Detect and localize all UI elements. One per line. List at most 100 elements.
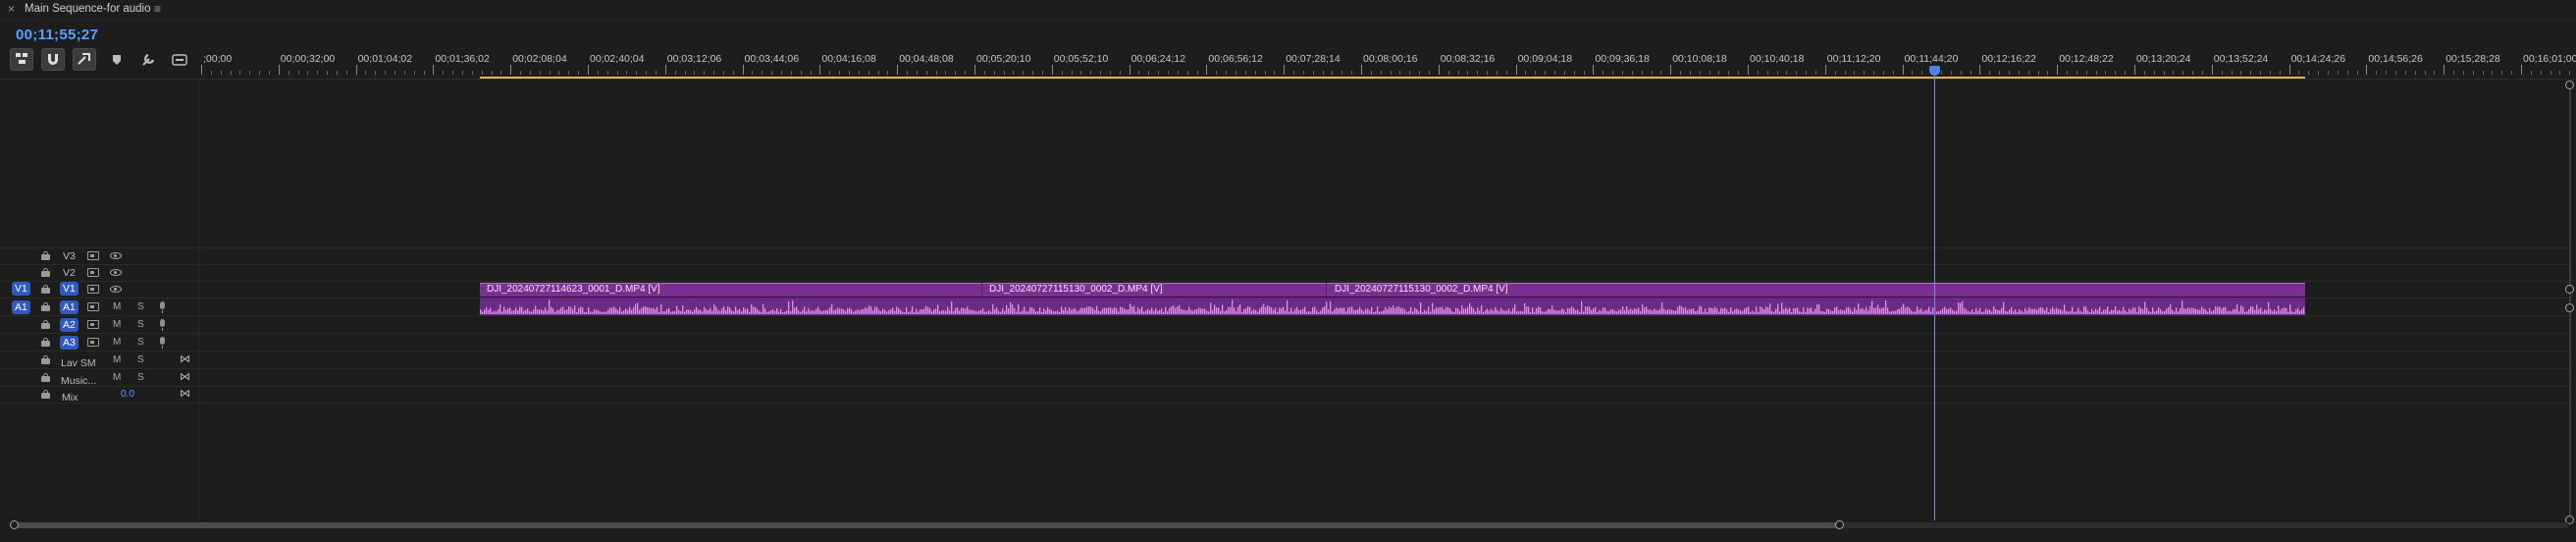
audio-clip-waveform[interactable] [480, 298, 2305, 315]
panel-menu-icon[interactable]: ≡ [154, 2, 161, 16]
track-name-music[interactable]: Music... [61, 375, 96, 387]
ruler-minor-tick [877, 71, 879, 75]
captions-icon[interactable] [171, 51, 188, 69]
ruler-minor-tick [626, 71, 628, 75]
ruler-minor-tick [2231, 71, 2233, 75]
ruler-minor-tick [1419, 71, 1421, 75]
sync-lock-icon[interactable] [87, 285, 99, 294]
ruler-minor-tick [336, 71, 338, 75]
marker-icon[interactable] [108, 51, 126, 69]
solo-button[interactable]: S [137, 354, 144, 365]
playhead-timecode[interactable]: 00;11;55;27 [16, 27, 98, 43]
eye-icon[interactable] [110, 269, 122, 276]
ruler-tick [355, 65, 357, 75]
playhead-handle[interactable] [1929, 66, 1940, 76]
vertical-zoom-handle[interactable] [2565, 303, 2574, 312]
ruler-minor-tick [1428, 71, 1430, 75]
lock-icon[interactable] [41, 285, 50, 294]
ruler-minor-tick [2453, 71, 2455, 75]
sequence-title-tab[interactable]: Main Sequence-for audio [25, 3, 151, 15]
clip-label[interactable]: DJI_20240727114623_0001_D.MP4 [V] [487, 284, 660, 295]
ruler-minor-tick [839, 71, 841, 75]
lock-icon[interactable] [41, 320, 50, 329]
source-patch-a1[interactable]: A1 [12, 300, 30, 314]
mute-button[interactable]: M [113, 337, 121, 348]
row-line [0, 315, 2571, 316]
ruler-tick [897, 65, 899, 75]
mic-icon[interactable] [160, 319, 165, 331]
track-name-a3[interactable]: A3 [60, 336, 79, 350]
mic-icon[interactable] [160, 301, 165, 313]
track-name-v3[interactable]: V3 [63, 250, 76, 262]
sync-lock-icon[interactable] [87, 302, 99, 311]
close-panel-button[interactable]: × [8, 2, 15, 16]
nest-toggle-button[interactable] [10, 48, 33, 71]
lock-icon[interactable] [41, 355, 50, 364]
mute-button[interactable]: M [113, 372, 121, 383]
sync-lock-icon[interactable] [87, 338, 99, 347]
mic-icon[interactable] [160, 337, 165, 349]
ruler-minor-tick [578, 71, 580, 75]
ruler-minor-tick [1631, 71, 1633, 75]
solo-button[interactable]: S [137, 301, 144, 312]
ruler-tick-label: 00;10;40;18 [1750, 53, 1805, 65]
eye-icon[interactable] [110, 286, 122, 293]
mix-volume-value[interactable]: 0.0 [121, 389, 134, 400]
source-patch-v1[interactable]: V1 [12, 282, 30, 296]
clip-label[interactable]: DJI_20240727115130_0002_D.MP4 [V] [989, 284, 1163, 295]
horizontal-scroll-thumb[interactable] [16, 522, 1839, 528]
sync-lock-icon[interactable] [87, 268, 99, 277]
solo-button[interactable]: S [137, 319, 144, 330]
clip-edit-point[interactable] [1326, 283, 1327, 297]
track-name-lav-sm[interactable]: Lav SM [61, 357, 96, 369]
ruler-minor-tick [800, 71, 802, 75]
clip-edit-point[interactable] [981, 283, 982, 297]
ruler-minor-tick [471, 71, 473, 75]
mute-button[interactable]: M [113, 319, 121, 330]
ruler-tick [974, 65, 975, 75]
mute-button[interactable]: M [113, 354, 121, 365]
clip-label[interactable]: DJI_20240727115130_0002_D.MP4 [V] [1335, 284, 1508, 295]
ruler-minor-tick [2356, 71, 2358, 75]
ruler-minor-tick [1660, 71, 1662, 75]
mute-button[interactable]: M [113, 301, 121, 312]
ruler-minor-tick [1302, 71, 1304, 75]
lock-icon[interactable] [41, 338, 50, 347]
ruler-divider [0, 79, 2576, 80]
sync-lock-icon[interactable] [87, 251, 99, 260]
horizontal-zoom-handle-right[interactable] [1835, 520, 1844, 529]
ruler-minor-tick [1554, 71, 1555, 75]
snap-toggle-button[interactable] [41, 48, 65, 71]
vertical-scrollbar[interactable] [2569, 84, 2571, 520]
ruler-minor-tick [684, 71, 686, 75]
ruler-minor-tick [925, 71, 927, 75]
ruler-minor-tick [2308, 71, 2310, 75]
solo-button[interactable]: S [137, 372, 144, 383]
horizontal-zoom-handle-left[interactable] [10, 520, 19, 529]
ruler-minor-tick [230, 71, 232, 75]
eye-icon[interactable] [110, 252, 122, 259]
track-name-v2[interactable]: V2 [63, 267, 76, 279]
wrench-icon[interactable] [139, 51, 157, 69]
solo-button[interactable]: S [137, 337, 144, 348]
track-name-v1[interactable]: V1 [60, 282, 79, 296]
lock-icon[interactable] [41, 390, 50, 399]
vertical-zoom-handle-top[interactable] [2565, 81, 2574, 89]
ruler-minor-tick [1274, 71, 1276, 75]
sync-lock-icon[interactable] [87, 320, 99, 329]
lock-icon[interactable] [41, 268, 50, 277]
track-name-a1[interactable]: A1 [60, 300, 79, 314]
ruler-tick-label: 00;01;36;02 [435, 53, 490, 65]
track-name-a2[interactable]: A2 [60, 318, 79, 332]
ruler-tick [1515, 65, 1517, 75]
lock-icon[interactable] [41, 302, 50, 311]
ruler-minor-tick [2559, 71, 2561, 75]
lock-icon[interactable] [41, 251, 50, 260]
vertical-zoom-handle[interactable] [2565, 285, 2574, 294]
lock-icon[interactable] [41, 373, 50, 382]
linked-selection-button[interactable] [73, 48, 96, 71]
ruler-minor-tick [616, 71, 618, 75]
master-icon: ⋈ [180, 388, 190, 400]
ruler-minor-tick [345, 71, 347, 75]
track-name-mix: Mix [62, 392, 79, 404]
